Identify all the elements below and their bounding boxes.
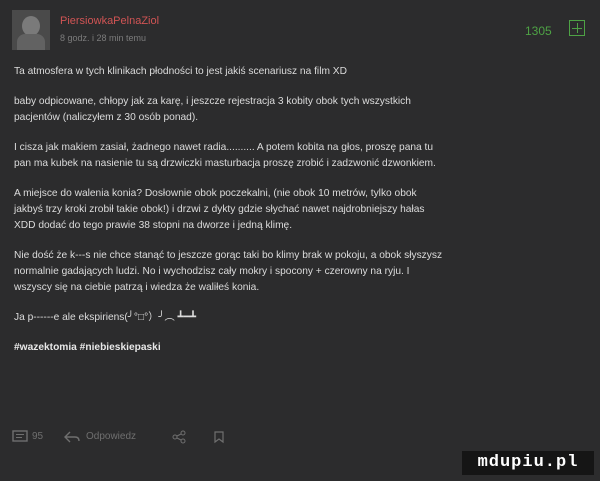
share-icon[interactable] [172, 430, 186, 447]
avatar[interactable] [12, 10, 50, 50]
post-meta: 8 godz. i 28 min temu [60, 33, 147, 43]
post-paragraph: baby odpicowane, chłopy jak za karę, i j… [14, 96, 411, 123]
avatar-body [17, 34, 45, 50]
post-body: Ta atmosfera w tych klinikach płodności … [14, 64, 586, 370]
comment-icon[interactable] [12, 430, 28, 447]
username-link[interactable]: PiersiowkaPelnaZiol [60, 15, 159, 27]
comment-count[interactable]: 95 [32, 431, 43, 442]
post-paragraph: A miejsce do walenia konia? Dosłownie ob… [14, 188, 425, 231]
reply-button[interactable]: Odpowiedz [86, 431, 136, 442]
post-paragraph: Nie dość że k---s nie chce stanąć to jes… [14, 250, 443, 293]
reply-icon[interactable] [64, 430, 80, 447]
post-paragraph: I cisza jak makiem zasiał, żadnego nawet… [14, 142, 436, 169]
post-header: PiersiowkaPelnaZiol 8 godz. i 28 min tem… [0, 0, 600, 62]
post-paragraph: Ja p------e ale ekspiriens(╯°□°）╯︵ ┻━┻ [14, 312, 196, 323]
watermark-logo: mdupiu.pl [462, 451, 594, 475]
vote-score: 1305 [525, 24, 552, 38]
avatar-head [22, 16, 40, 36]
post-paragraph: Ta atmosfera w tych klinikach płodności … [14, 66, 347, 77]
favorite-icon[interactable] [212, 430, 226, 447]
plus-vote-button[interactable] [569, 20, 585, 36]
post-tags[interactable]: #wazektomia #niebieskiepaski [14, 340, 586, 356]
